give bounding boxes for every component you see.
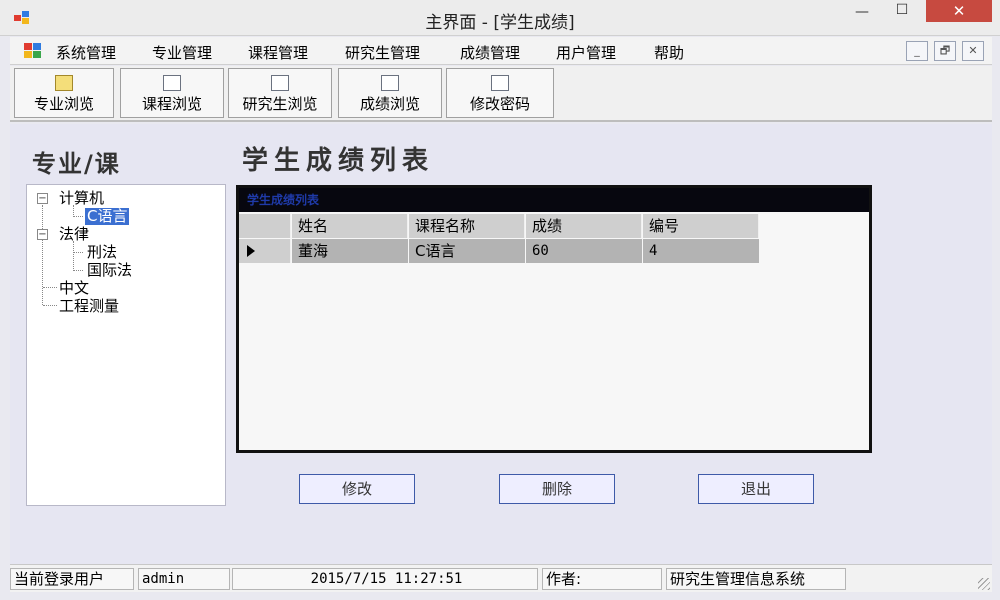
tree-node-chinese[interactable]: 中文 (59, 280, 89, 297)
minimize-button[interactable]: — (848, 4, 876, 26)
column-header-course[interactable]: 课程名称 (409, 214, 525, 238)
grades-title: 学生成绩列表 (242, 146, 435, 176)
major-course-tree[interactable]: − 计算机 C语言 − 法律 刑法 国际法 中文 工程测量 (26, 184, 226, 506)
status-user: admin (138, 568, 230, 590)
copy-icon (381, 75, 399, 91)
tree-connector (73, 252, 83, 253)
tree-expander[interactable]: − (37, 193, 48, 204)
tree-connector (43, 305, 57, 306)
tree-node-c-language[interactable]: C语言 (85, 208, 130, 225)
change-password-label: 修改密码 (469, 95, 530, 113)
grades-browse-button[interactable]: 成绩浏览 (338, 68, 442, 118)
graduate-browse-button[interactable]: 研究生浏览 (228, 68, 332, 118)
status-system-name: 研究生管理信息系统 (666, 568, 846, 590)
grades-grid[interactable]: 学生成绩列表 姓名 课程名称 成绩 编号 董海 C语言 60 4 (236, 185, 872, 453)
tree-connector (73, 241, 74, 271)
tree-expander[interactable]: − (37, 229, 48, 240)
menu-major[interactable]: 专业管理 (152, 42, 212, 63)
menu-users[interactable]: 用户管理 (556, 42, 616, 63)
menu-course[interactable]: 课程管理 (248, 42, 308, 63)
status-datetime: 2015/7/15 11:27:51 (232, 568, 538, 590)
tree-node-surveying[interactable]: 工程测量 (59, 298, 119, 315)
menu-bar: 系统管理 专业管理 课程管理 研究生管理 成绩管理 用户管理 帮助 _ 🗗 ✕ (10, 37, 992, 65)
exit-button[interactable]: 退出 (698, 474, 814, 504)
course-browse-button[interactable]: 课程浏览 (120, 68, 224, 118)
delete-button[interactable]: 删除 (499, 474, 615, 504)
menu-system[interactable]: 系统管理 (56, 42, 116, 63)
major-browse-button[interactable]: 专业浏览 (14, 68, 114, 118)
mdi-minimize-button[interactable]: _ (906, 41, 928, 61)
current-row-icon (247, 245, 255, 257)
key-icon (491, 75, 509, 91)
tree-node-criminal-law[interactable]: 刑法 (87, 244, 117, 261)
mdi-restore-button[interactable]: 🗗 (934, 41, 956, 61)
mdi-child-icon (24, 43, 42, 59)
major-course-title: 专业/课 (32, 150, 121, 178)
tree-node-computer[interactable]: 计算机 (59, 190, 104, 207)
grid-caption: 学生成绩列表 (239, 188, 869, 212)
menu-help[interactable]: 帮助 (654, 42, 684, 63)
grid-corner (239, 214, 291, 238)
major-browse-label: 专业浏览 (33, 95, 94, 113)
folder-icon (55, 75, 73, 91)
grades-browse-label: 成绩浏览 (359, 95, 420, 113)
column-header-name[interactable]: 姓名 (292, 214, 408, 238)
document-icon (163, 75, 181, 91)
status-user-label: 当前登录用户 (10, 568, 134, 590)
close-button[interactable]: ✕ (926, 0, 992, 22)
tree-connector (43, 287, 57, 288)
tree-connector (73, 216, 83, 217)
status-bar: 当前登录用户 admin 2015/7/15 11:27:51 作者: 研究生管… (10, 564, 992, 592)
cell-name[interactable]: 董海 (292, 239, 408, 263)
tree-connector (42, 205, 43, 305)
graduate-browse-label: 研究生浏览 (242, 95, 318, 113)
resize-grip-icon[interactable] (978, 578, 990, 590)
column-header-score[interactable]: 成绩 (526, 214, 642, 238)
change-password-button[interactable]: 修改密码 (446, 68, 554, 118)
cell-id[interactable]: 4 (643, 239, 759, 263)
main-panel: 专业/课 学生成绩列表 − 计算机 C语言 − 法律 刑法 国际法 中文 工程测… (10, 124, 992, 564)
menu-graduate[interactable]: 研究生管理 (345, 42, 420, 63)
tree-node-law[interactable]: 法律 (59, 226, 89, 243)
menu-grades[interactable]: 成绩管理 (460, 42, 520, 63)
tree-node-international-law[interactable]: 国际法 (87, 262, 132, 279)
tree-connector (73, 270, 83, 271)
cell-course[interactable]: C语言 (409, 239, 525, 263)
toolbar: 专业浏览 课程浏览 研究生浏览 成绩浏览 修改密码 (10, 66, 992, 122)
status-author: 作者: (542, 568, 662, 590)
maximize-button[interactable]: ☐ (888, 2, 916, 24)
book-icon (271, 75, 289, 91)
title-bar: 主界面 - [学生成绩] — ☐ ✕ (0, 0, 1000, 36)
row-header[interactable] (239, 239, 291, 263)
mdi-close-button[interactable]: ✕ (962, 41, 984, 61)
course-browse-label: 课程浏览 (141, 95, 202, 113)
column-header-id[interactable]: 编号 (643, 214, 759, 238)
edit-button[interactable]: 修改 (299, 474, 415, 504)
cell-score[interactable]: 60 (526, 239, 642, 263)
